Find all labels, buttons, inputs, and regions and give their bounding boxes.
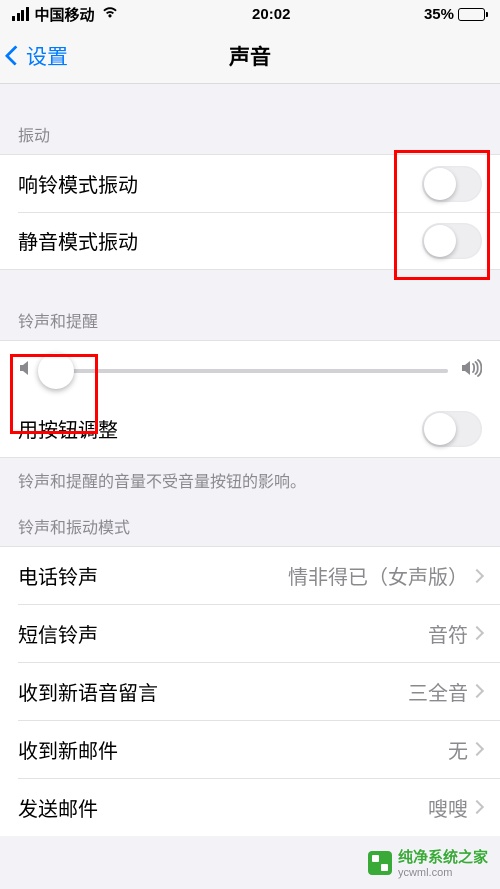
wifi-icon (101, 5, 119, 23)
switch-silent-vibrate[interactable] (422, 223, 482, 259)
row-text-tone[interactable]: 短信铃声 音符 (0, 604, 500, 662)
row-change-with-buttons[interactable]: 用按钮调整 (0, 400, 500, 458)
row-label: 响铃模式振动 (18, 169, 138, 198)
section-footer: 铃声和提醒的音量不受音量按钮的影响。 (0, 458, 500, 502)
chevron-right-icon (470, 800, 484, 814)
chevron-right-icon (470, 684, 484, 698)
status-time: 20:02 (252, 6, 290, 23)
row-volume-slider (0, 340, 500, 400)
row-label: 用按钮调整 (18, 414, 118, 443)
watermark: 纯净系统之家 ycwml.com (368, 846, 488, 879)
row-ringtone[interactable]: 电话铃声 情非得已（女声版） (0, 546, 500, 604)
chevron-left-icon (8, 45, 22, 67)
back-button[interactable]: 设置 (8, 41, 68, 71)
nav-bar: 设置 声音 (0, 28, 500, 84)
row-ring-vibrate[interactable]: 响铃模式振动 (0, 154, 500, 212)
status-right: 35% (424, 6, 488, 23)
watermark-icon (368, 851, 392, 875)
row-sent-mail[interactable]: 发送邮件 嗖嗖 (0, 778, 500, 836)
row-new-mail[interactable]: 收到新邮件 无 (0, 720, 500, 778)
battery-icon (458, 8, 488, 21)
switch-ring-vibrate[interactable] (422, 166, 482, 202)
volume-slider[interactable] (44, 369, 448, 373)
chevron-right-icon (470, 626, 484, 640)
row-value: 嗖嗖 (428, 793, 468, 822)
status-left: 中国移动 (12, 4, 119, 25)
row-label: 电话铃声 (18, 561, 98, 590)
row-label: 收到新邮件 (18, 735, 118, 764)
section-header-ringer: 铃声和提醒 (0, 308, 500, 340)
carrier-label: 中国移动 (35, 4, 95, 25)
status-bar: 中国移动 20:02 35% (0, 0, 500, 28)
chevron-right-icon (470, 568, 484, 582)
slider-knob[interactable] (38, 353, 74, 389)
signal-icon (12, 7, 29, 21)
row-label: 短信铃声 (18, 619, 98, 648)
watermark-url: ycwml.com (398, 867, 488, 879)
row-voicemail[interactable]: 收到新语音留言 三全音 (0, 662, 500, 720)
back-label: 设置 (26, 41, 68, 71)
row-silent-vibrate[interactable]: 静音模式振动 (0, 212, 500, 270)
row-value: 音符 (428, 619, 468, 648)
watermark-text: 纯净系统之家 (398, 849, 488, 866)
section-header-vibration: 振动 (0, 122, 500, 154)
battery-percent: 35% (424, 6, 454, 23)
row-label: 静音模式振动 (18, 226, 138, 255)
speaker-min-icon (18, 359, 32, 382)
speaker-max-icon (460, 359, 482, 382)
row-label: 发送邮件 (18, 793, 98, 822)
chevron-right-icon (470, 742, 484, 756)
page-title: 声音 (229, 41, 271, 71)
row-label: 收到新语音留言 (18, 677, 158, 706)
row-value: 情非得已（女声版） (288, 561, 468, 590)
section-header-patterns: 铃声和振动模式 (0, 514, 500, 546)
switch-change-with-buttons[interactable] (422, 411, 482, 447)
row-value: 三全音 (408, 677, 468, 706)
row-value: 无 (448, 735, 468, 764)
